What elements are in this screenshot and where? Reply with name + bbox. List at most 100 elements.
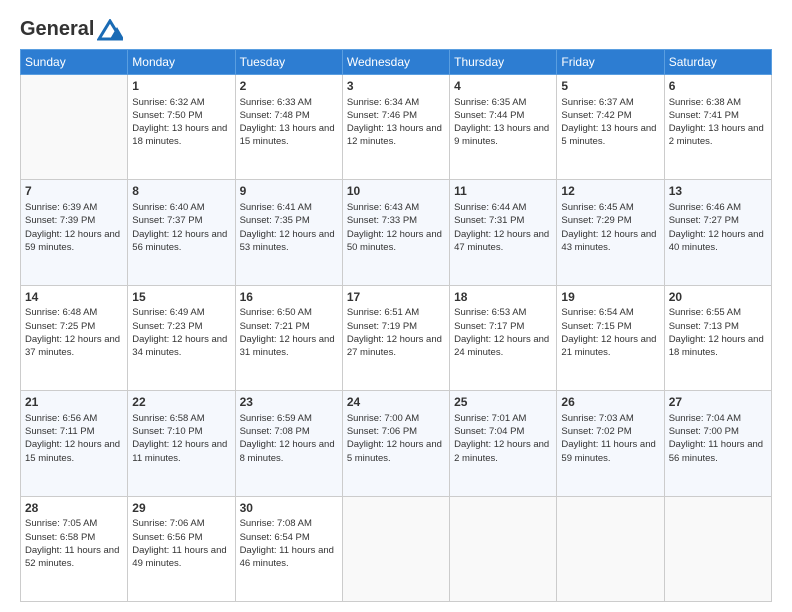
daylight-text: Daylight: 12 hours and 50 minutes. [347,228,445,255]
sunrise-text: Sunrise: 6:39 AM [25,201,123,214]
calendar-cell: 9Sunrise: 6:41 AMSunset: 7:35 PMDaylight… [235,180,342,285]
sunrise-text: Sunrise: 7:00 AM [347,412,445,425]
sunrise-text: Sunrise: 6:50 AM [240,306,338,319]
daylight-text: Daylight: 12 hours and 34 minutes. [132,333,230,360]
daylight-text: Daylight: 12 hours and 5 minutes. [347,438,445,465]
sunset-text: Sunset: 6:56 PM [132,531,230,544]
sunset-text: Sunset: 7:42 PM [561,109,659,122]
sunrise-text: Sunrise: 6:41 AM [240,201,338,214]
calendar-cell: 14Sunrise: 6:48 AMSunset: 7:25 PMDayligh… [21,285,128,390]
sunrise-text: Sunrise: 6:45 AM [561,201,659,214]
sunrise-text: Sunrise: 7:03 AM [561,412,659,425]
sunrise-text: Sunrise: 7:08 AM [240,517,338,530]
calendar-week-row: 7Sunrise: 6:39 AMSunset: 7:39 PMDaylight… [21,180,772,285]
weekday-header: Wednesday [342,49,449,74]
logo-text: General [20,18,123,41]
day-number: 20 [669,289,767,306]
sunset-text: Sunset: 7:25 PM [25,320,123,333]
daylight-text: Daylight: 12 hours and 11 minutes. [132,438,230,465]
sunset-text: Sunset: 7:50 PM [132,109,230,122]
daylight-text: Daylight: 12 hours and 24 minutes. [454,333,552,360]
calendar-cell: 29Sunrise: 7:06 AMSunset: 6:56 PMDayligh… [128,496,235,601]
calendar-week-row: 28Sunrise: 7:05 AMSunset: 6:58 PMDayligh… [21,496,772,601]
sunrise-text: Sunrise: 7:04 AM [669,412,767,425]
sunrise-text: Sunrise: 6:34 AM [347,96,445,109]
day-number: 3 [347,78,445,95]
calendar-cell: 22Sunrise: 6:58 AMSunset: 7:10 PMDayligh… [128,391,235,496]
sunrise-text: Sunrise: 6:38 AM [669,96,767,109]
sunrise-text: Sunrise: 6:54 AM [561,306,659,319]
calendar-cell: 28Sunrise: 7:05 AMSunset: 6:58 PMDayligh… [21,496,128,601]
day-number: 27 [669,394,767,411]
sunrise-text: Sunrise: 6:53 AM [454,306,552,319]
calendar-cell [21,74,128,179]
day-number: 18 [454,289,552,306]
sunset-text: Sunset: 7:41 PM [669,109,767,122]
calendar-header-row: SundayMondayTuesdayWednesdayThursdayFrid… [21,49,772,74]
day-number: 24 [347,394,445,411]
sunset-text: Sunset: 7:31 PM [454,214,552,227]
sunset-text: Sunset: 7:44 PM [454,109,552,122]
sunset-text: Sunset: 7:15 PM [561,320,659,333]
sunrise-text: Sunrise: 6:35 AM [454,96,552,109]
sunrise-text: Sunrise: 6:32 AM [132,96,230,109]
daylight-text: Daylight: 12 hours and 47 minutes. [454,228,552,255]
daylight-text: Daylight: 11 hours and 59 minutes. [561,438,659,465]
sunset-text: Sunset: 7:11 PM [25,425,123,438]
weekday-header: Monday [128,49,235,74]
calendar-cell: 7Sunrise: 6:39 AMSunset: 7:39 PMDaylight… [21,180,128,285]
day-number: 5 [561,78,659,95]
daylight-text: Daylight: 12 hours and 21 minutes. [561,333,659,360]
day-number: 28 [25,500,123,517]
daylight-text: Daylight: 13 hours and 2 minutes. [669,122,767,149]
sunset-text: Sunset: 7:37 PM [132,214,230,227]
sunset-text: Sunset: 7:39 PM [25,214,123,227]
day-number: 11 [454,183,552,200]
weekday-header: Sunday [21,49,128,74]
calendar-cell: 1Sunrise: 6:32 AMSunset: 7:50 PMDaylight… [128,74,235,179]
calendar-cell: 26Sunrise: 7:03 AMSunset: 7:02 PMDayligh… [557,391,664,496]
daylight-text: Daylight: 13 hours and 15 minutes. [240,122,338,149]
day-number: 21 [25,394,123,411]
sunset-text: Sunset: 7:17 PM [454,320,552,333]
calendar-cell: 18Sunrise: 6:53 AMSunset: 7:17 PMDayligh… [450,285,557,390]
page: General SundayMondayTuesdayWednesdayThur… [0,0,792,612]
sunrise-text: Sunrise: 6:44 AM [454,201,552,214]
daylight-text: Daylight: 12 hours and 15 minutes. [25,438,123,465]
sunset-text: Sunset: 7:00 PM [669,425,767,438]
sunrise-text: Sunrise: 6:58 AM [132,412,230,425]
sunset-text: Sunset: 6:58 PM [25,531,123,544]
daylight-text: Daylight: 13 hours and 9 minutes. [454,122,552,149]
daylight-text: Daylight: 12 hours and 31 minutes. [240,333,338,360]
daylight-text: Daylight: 13 hours and 18 minutes. [132,122,230,149]
sunrise-text: Sunrise: 6:51 AM [347,306,445,319]
sunset-text: Sunset: 7:21 PM [240,320,338,333]
sunrise-text: Sunrise: 6:55 AM [669,306,767,319]
day-number: 29 [132,500,230,517]
logo-icon [97,19,123,41]
day-number: 16 [240,289,338,306]
weekday-header: Friday [557,49,664,74]
sunset-text: Sunset: 7:06 PM [347,425,445,438]
daylight-text: Daylight: 12 hours and 43 minutes. [561,228,659,255]
calendar-cell: 20Sunrise: 6:55 AMSunset: 7:13 PMDayligh… [664,285,771,390]
calendar-cell: 27Sunrise: 7:04 AMSunset: 7:00 PMDayligh… [664,391,771,496]
calendar-cell: 3Sunrise: 6:34 AMSunset: 7:46 PMDaylight… [342,74,449,179]
calendar-cell: 25Sunrise: 7:01 AMSunset: 7:04 PMDayligh… [450,391,557,496]
daylight-text: Daylight: 12 hours and 18 minutes. [669,333,767,360]
day-number: 8 [132,183,230,200]
sunset-text: Sunset: 7:10 PM [132,425,230,438]
daylight-text: Daylight: 12 hours and 40 minutes. [669,228,767,255]
daylight-text: Daylight: 12 hours and 8 minutes. [240,438,338,465]
sunrise-text: Sunrise: 6:49 AM [132,306,230,319]
calendar-cell: 8Sunrise: 6:40 AMSunset: 7:37 PMDaylight… [128,180,235,285]
calendar-cell: 6Sunrise: 6:38 AMSunset: 7:41 PMDaylight… [664,74,771,179]
calendar-cell: 2Sunrise: 6:33 AMSunset: 7:48 PMDaylight… [235,74,342,179]
calendar-cell: 16Sunrise: 6:50 AMSunset: 7:21 PMDayligh… [235,285,342,390]
sunrise-text: Sunrise: 7:01 AM [454,412,552,425]
weekday-header: Saturday [664,49,771,74]
day-number: 23 [240,394,338,411]
day-number: 1 [132,78,230,95]
daylight-text: Daylight: 12 hours and 2 minutes. [454,438,552,465]
calendar-cell: 5Sunrise: 6:37 AMSunset: 7:42 PMDaylight… [557,74,664,179]
